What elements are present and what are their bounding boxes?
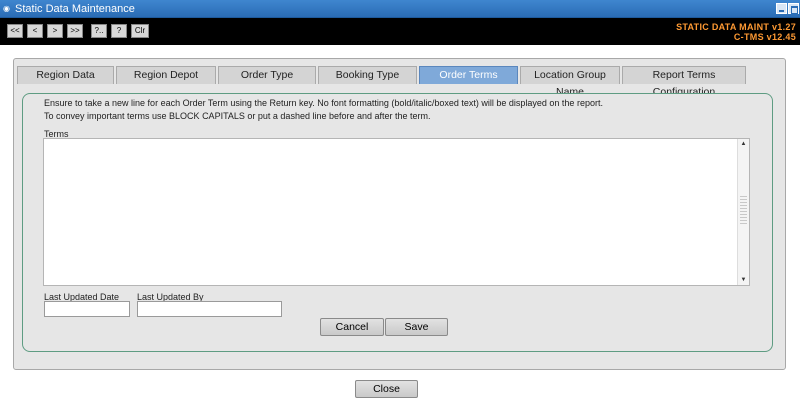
version-line-2: C-TMS v12.45 — [733, 32, 796, 42]
last-updated-by-field[interactable] — [137, 301, 282, 317]
tab-report-terms-configuration[interactable]: Report Terms Configuration — [622, 66, 746, 98]
toolbar: << < > >> ?.. ? Clr STATIC DATA MAINT v1… — [0, 18, 800, 45]
tab-location-group-name[interactable]: Location Group Name — [520, 66, 620, 98]
previous-record-button[interactable]: < — [27, 24, 43, 38]
terms-textarea[interactable] — [43, 138, 750, 286]
instruction-line-1: Ensure to take a new line for each Order… — [44, 98, 603, 108]
query-button[interactable]: ?.. — [91, 24, 107, 38]
first-record-button[interactable]: << — [7, 24, 23, 38]
scroll-down-icon[interactable]: ▼ — [738, 275, 749, 285]
terms-scrollbar[interactable]: ▲ ▼ — [737, 139, 749, 285]
instruction-line-2: To convey important terms use BLOCK CAPI… — [44, 111, 431, 121]
tab-order-type[interactable]: Order Type — [218, 66, 316, 84]
help-button[interactable]: ? — [111, 24, 127, 38]
app-icon: ◉ — [3, 4, 10, 13]
tab-booking-type[interactable]: Booking Type — [318, 66, 417, 84]
minimize-icon[interactable] — [776, 3, 787, 14]
tab-region-data[interactable]: Region Data — [17, 66, 114, 84]
scroll-up-icon[interactable]: ▲ — [738, 139, 749, 149]
window-title: Static Data Maintenance — [15, 3, 135, 15]
last-record-button[interactable]: >> — [67, 24, 83, 38]
maximize-icon[interactable] — [788, 3, 799, 14]
version-line-1: STATIC DATA MAINT v1.27 — [676, 22, 796, 32]
scroll-grip-icon[interactable] — [740, 194, 747, 224]
version-info: STATIC DATA MAINT v1.27 C-TMS v12.45 — [676, 22, 796, 42]
title-bar: ◉ Static Data Maintenance — [0, 0, 800, 18]
cancel-button[interactable]: Cancel — [320, 318, 384, 336]
last-updated-date-field[interactable] — [44, 301, 130, 317]
next-record-button[interactable]: > — [47, 24, 63, 38]
save-button[interactable]: Save — [385, 318, 448, 336]
close-button[interactable]: Close — [355, 380, 418, 398]
tab-order-terms[interactable]: Order Terms — [419, 66, 518, 84]
clear-button[interactable]: Clr — [131, 24, 149, 38]
tab-region-depot[interactable]: Region Depot — [116, 66, 216, 84]
